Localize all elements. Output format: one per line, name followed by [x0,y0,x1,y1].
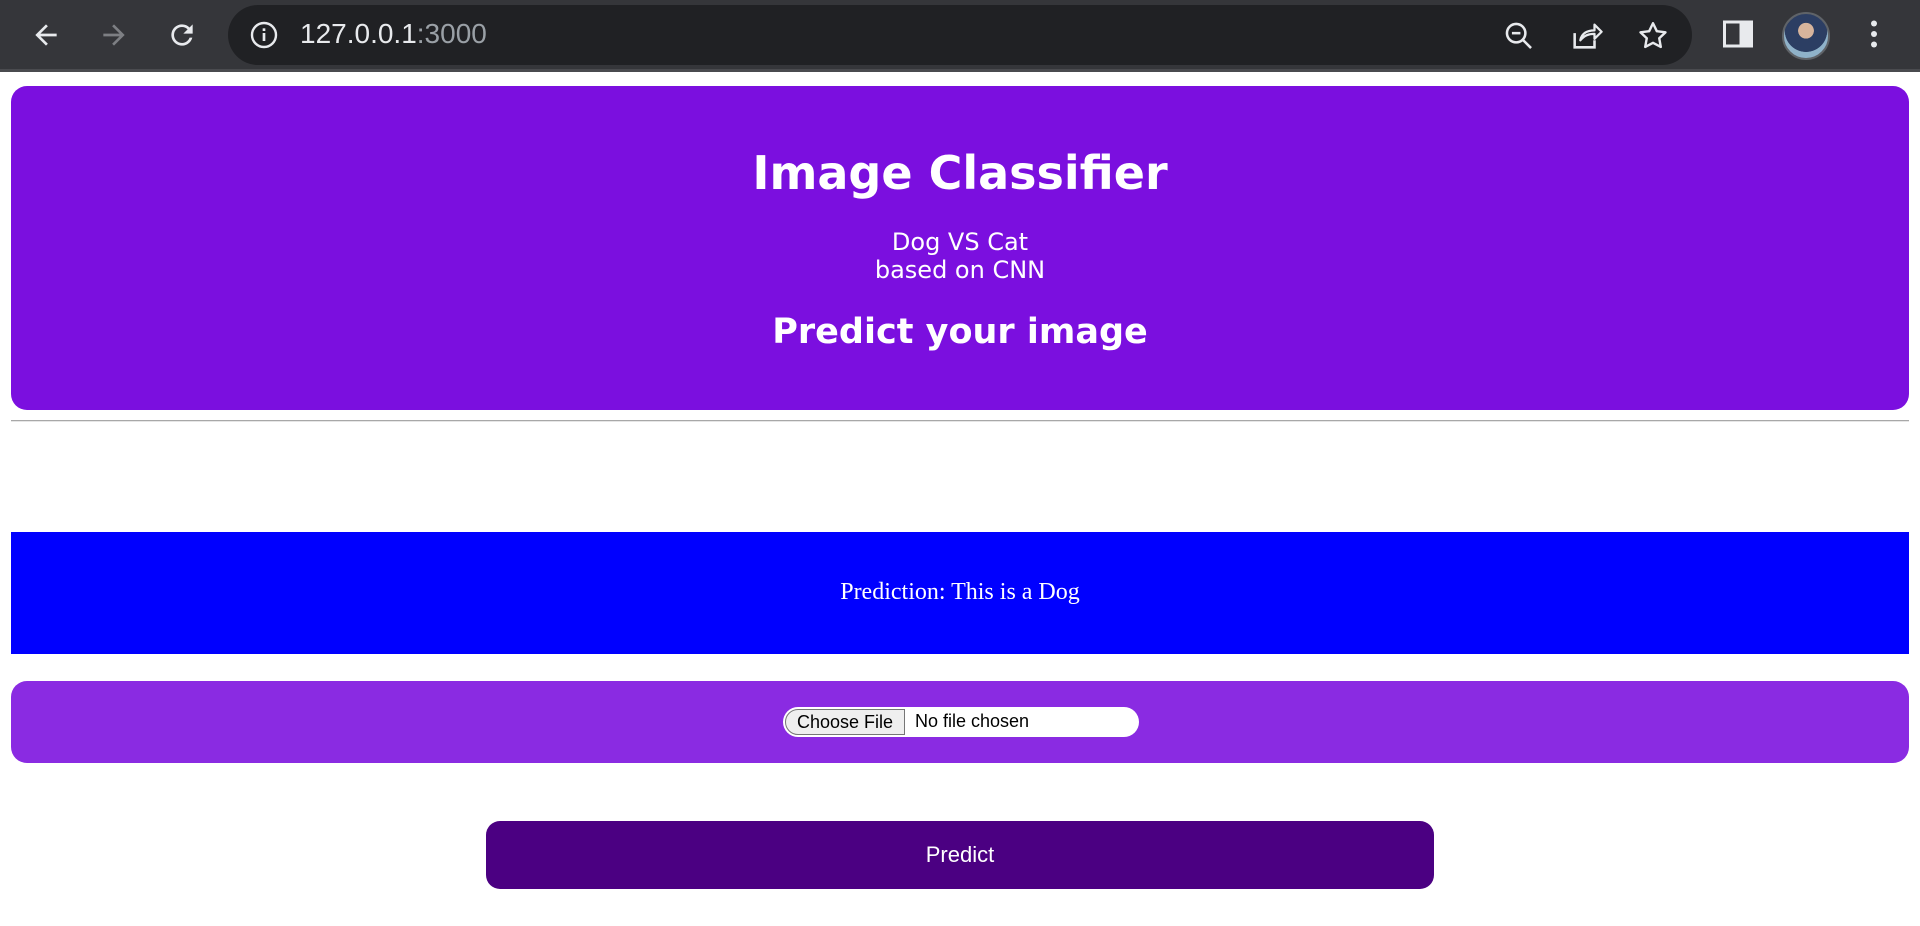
horizontal-rule [11,420,1909,422]
subtitle-line-1: Dog VS Cat [891,228,1029,256]
url-host: 127.0.0.1 [300,18,417,49]
side-panel-icon[interactable] [1720,16,1756,52]
site-info-icon[interactable] [248,19,280,51]
subtitle-line-2: based on CNN [874,256,1046,284]
subtitle: Dog VS Cat based on CNN [11,228,1909,284]
back-arrow-icon [35,24,57,46]
back-button[interactable] [25,14,67,56]
choose-file-button[interactable]: Choose File [785,709,905,735]
share-icon[interactable] [1569,19,1603,53]
browser-toolbar: 127.0.0.1:3000 [0,0,1920,72]
file-status-text: No file chosen [915,711,1030,731]
reload-button[interactable] [161,14,203,56]
profile-avatar[interactable] [1782,12,1830,60]
forward-arrow-icon [103,24,125,46]
bookmark-star-icon[interactable] [1636,19,1670,53]
zoom-out-icon[interactable] [1502,19,1536,53]
page-title: Image Classifier [752,146,1168,200]
header-banner: Image Classifier Dog VS Cat based on CNN… [11,86,1909,410]
url-port: :3000 [416,18,487,49]
upload-panel: Choose File No file chosen [11,681,1909,763]
forward-button[interactable] [93,14,135,56]
address-bar[interactable]: 127.0.0.1:3000 [228,5,1692,65]
reload-icon [171,24,193,46]
predict-heading: Predict your image [772,312,1148,352]
file-input[interactable]: Choose File No file chosen [783,707,1139,737]
url-text[interactable]: 127.0.0.1:3000 [300,18,487,50]
menu-kebab-icon[interactable] [1856,16,1892,52]
prediction-text: Prediction: This is a Dog [840,579,1080,605]
prediction-result-box: Prediction: This is a Dog [11,532,1909,654]
predict-button[interactable]: Predict [486,821,1434,889]
